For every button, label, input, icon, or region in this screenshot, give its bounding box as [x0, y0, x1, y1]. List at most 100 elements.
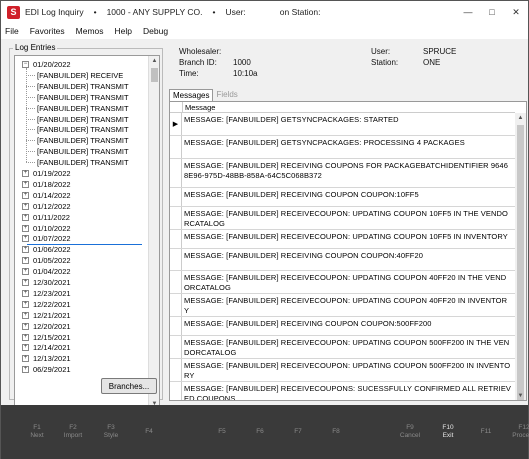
- function-key-f6[interactable]: F6: [241, 405, 279, 459]
- function-key-f3[interactable]: F3 Style: [91, 405, 131, 459]
- menu-memos[interactable]: Memos: [76, 26, 104, 36]
- tree-node-date[interactable]: +06/29/2021: [15, 364, 149, 375]
- branches-button[interactable]: Branches...: [101, 378, 157, 394]
- function-key-f12[interactable]: F12Process: [505, 405, 529, 459]
- tree-node-date[interactable]: +01/19/2022: [15, 168, 149, 179]
- tab-messages[interactable]: Messages: [169, 89, 214, 101]
- grid-scrollbar[interactable]: ▲ ▼: [515, 113, 526, 400]
- expand-icon[interactable]: +: [22, 235, 29, 243]
- tree-node-date[interactable]: +12/21/2021: [15, 310, 149, 321]
- scroll-up-icon[interactable]: ▲: [515, 113, 526, 124]
- expand-icon[interactable]: +: [22, 257, 29, 265]
- tree-node-date[interactable]: +01/12/2022: [15, 201, 149, 212]
- log-entries-tree[interactable]: ▲ ▼ −01/20/2022 [FANBUILDER] RECEIVE [FANB…: [14, 55, 160, 411]
- row-indicator[interactable]: [170, 294, 182, 316]
- tree-node-log-entry[interactable]: [FANBUILDER] TRANSMIT: [15, 103, 149, 114]
- tree-scrollbar[interactable]: ▲ ▼: [148, 56, 159, 410]
- tree-node-date[interactable]: +12/13/2021: [15, 353, 149, 364]
- tree-node-log-entry[interactable]: [FANBUILDER] TRANSMIT: [15, 114, 149, 125]
- function-key-f9[interactable]: F9 Cancel: [391, 405, 429, 459]
- row-indicator[interactable]: [170, 230, 182, 248]
- scroll-thumb[interactable]: [151, 68, 158, 82]
- expand-icon[interactable]: +: [22, 355, 29, 363]
- function-key-f2[interactable]: F2 Import: [55, 405, 91, 459]
- current-row-indicator-icon[interactable]: ▶: [170, 113, 182, 135]
- function-key-f10[interactable]: F10 Exit: [429, 405, 467, 459]
- menu-debug[interactable]: Debug: [143, 26, 168, 36]
- row-indicator[interactable]: [170, 136, 182, 158]
- tree-node-log-entry[interactable]: [FANBUILDER] TRANSMIT: [15, 124, 149, 135]
- maximize-icon[interactable]: □: [480, 1, 504, 23]
- function-key-f4[interactable]: F4: [131, 405, 167, 459]
- expand-icon[interactable]: +: [22, 333, 29, 341]
- row-indicator[interactable]: [170, 188, 182, 206]
- tree-node-date[interactable]: +12/30/2021: [15, 277, 149, 288]
- tree-node-date[interactable]: +01/18/2022: [15, 179, 149, 190]
- message-row[interactable]: MESSAGE: [FANBUILDER] RECEIVING COUPONS …: [170, 159, 515, 188]
- tree-node-date[interactable]: +01/14/2022: [15, 190, 149, 201]
- message-row[interactable]: MESSAGE: [FANBUILDER] RECEIVING COUPON C…: [170, 317, 515, 336]
- tab-fields[interactable]: Fields: [213, 89, 240, 101]
- message-row[interactable]: MESSAGE: [FANBUILDER] RECEIVECOUPON: UPD…: [170, 207, 515, 230]
- expand-icon[interactable]: +: [22, 289, 29, 297]
- menu-file[interactable]: File: [5, 26, 19, 36]
- close-icon[interactable]: ✕: [504, 1, 528, 23]
- tree-node-log-entry[interactable]: [FANBUILDER] TRANSMIT: [15, 92, 149, 103]
- message-row[interactable]: MESSAGE: [FANBUILDER] GETSYNCPACKAGES: P…: [170, 136, 515, 159]
- tree-node-date[interactable]: +12/14/2021: [15, 342, 149, 353]
- function-key-f11[interactable]: F11: [467, 405, 505, 459]
- function-key-f5[interactable]: F5: [203, 405, 241, 459]
- row-indicator[interactable]: [170, 159, 182, 187]
- message-row[interactable]: MESSAGE: [FANBUILDER] RECEIVECOUPONS: SU…: [170, 382, 515, 400]
- scroll-thumb[interactable]: [517, 125, 524, 400]
- row-indicator[interactable]: [170, 382, 182, 400]
- message-row[interactable]: MESSAGE: [FANBUILDER] RECEIVING COUPON C…: [170, 188, 515, 207]
- row-indicator[interactable]: [170, 336, 182, 358]
- scroll-down-icon[interactable]: ▼: [515, 391, 526, 400]
- expand-icon[interactable]: +: [22, 213, 29, 221]
- expand-icon[interactable]: +: [22, 268, 29, 276]
- tree-node-date[interactable]: +12/20/2021: [15, 321, 149, 332]
- row-indicator[interactable]: [170, 359, 182, 381]
- function-key-f7[interactable]: F7: [279, 405, 317, 459]
- tree-node-date[interactable]: +01/11/2022: [15, 212, 149, 223]
- row-indicator[interactable]: [170, 249, 182, 270]
- expand-icon[interactable]: +: [22, 344, 29, 352]
- row-indicator[interactable]: [170, 317, 182, 335]
- tree-node-date[interactable]: +01/10/2022: [15, 223, 149, 234]
- message-column-header[interactable]: Message: [182, 102, 215, 113]
- expand-icon[interactable]: +: [22, 246, 29, 254]
- message-row[interactable]: MESSAGE: [FANBUILDER] RECEIVECOUPON: UPD…: [170, 294, 515, 317]
- message-row[interactable]: MESSAGE: [FANBUILDER] RECEIVECOUPON: UPD…: [170, 230, 515, 249]
- function-key-f1[interactable]: F1 Next: [19, 405, 55, 459]
- expand-icon[interactable]: +: [22, 300, 29, 308]
- tree-node-date[interactable]: +12/23/2021: [15, 288, 149, 299]
- row-indicator[interactable]: [170, 271, 182, 293]
- tree-node-date[interactable]: +01/04/2022: [15, 266, 149, 277]
- function-key-f8[interactable]: F8: [317, 405, 355, 459]
- expand-icon[interactable]: +: [22, 191, 29, 199]
- row-indicator[interactable]: [170, 207, 182, 229]
- tree-node-date[interactable]: −01/20/2022: [15, 59, 149, 70]
- scroll-up-icon[interactable]: ▲: [149, 56, 159, 67]
- messages-grid[interactable]: Message ▲ ▼ ▶ MESSAGE: [FANBUILDER] GETSY…: [169, 101, 527, 401]
- expand-icon[interactable]: +: [22, 202, 29, 210]
- message-row[interactable]: MESSAGE: [FANBUILDER] RECEIVING COUPON C…: [170, 249, 515, 271]
- tree-node-date[interactable]: +01/06/2022: [15, 244, 149, 255]
- expand-icon[interactable]: +: [22, 322, 29, 330]
- minimize-icon[interactable]: —: [456, 1, 480, 23]
- tree-node-date[interactable]: +01/05/2022: [15, 255, 149, 266]
- tree-node-log-entry[interactable]: [FANBUILDER] TRANSMIT: [15, 157, 149, 168]
- tree-node-date[interactable]: +12/22/2021: [15, 299, 149, 310]
- tree-node-log-entry[interactable]: [FANBUILDER] TRANSMIT: [15, 81, 149, 92]
- expand-icon[interactable]: +: [22, 279, 29, 286]
- tree-node-date[interactable]: +01/07/2022: [15, 233, 149, 244]
- tree-node-log-entry[interactable]: [FANBUILDER] TRANSMIT: [15, 146, 149, 157]
- expand-icon[interactable]: +: [22, 180, 29, 188]
- expand-icon[interactable]: +: [22, 170, 29, 177]
- expand-icon[interactable]: +: [22, 224, 29, 232]
- message-row[interactable]: MESSAGE: [FANBUILDER] RECEIVECOUPON: UPD…: [170, 359, 515, 382]
- expand-icon[interactable]: +: [22, 366, 29, 374]
- tree-node-date[interactable]: +12/15/2021: [15, 332, 149, 343]
- message-row[interactable]: ▶ MESSAGE: [FANBUILDER] GETSYNCPACKAGES: …: [170, 113, 515, 136]
